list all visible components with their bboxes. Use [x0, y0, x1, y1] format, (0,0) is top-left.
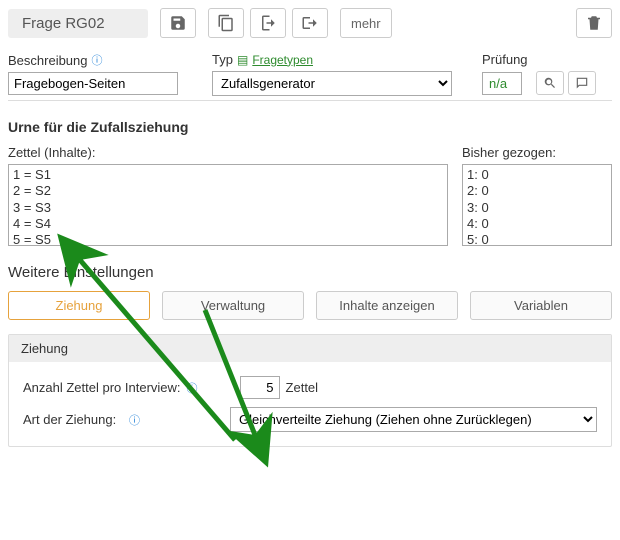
anzahl-input[interactable] [240, 376, 280, 399]
list-item[interactable]: 2: 0 [467, 183, 607, 199]
beschreibung-label: Beschreibung [8, 53, 88, 68]
page-title: Frage RG02 [8, 9, 148, 38]
zettel-list[interactable]: 1 = S12 = S23 = S34 = S45 = S5 [8, 164, 448, 246]
list-item[interactable]: 1 = S1 [13, 167, 443, 183]
typ-select[interactable]: Zufallsgenerator [212, 71, 452, 96]
list-item[interactable]: 2 = S2 [13, 183, 443, 199]
info-icon[interactable]: ⓘ [92, 52, 103, 68]
import-icon [259, 14, 277, 32]
trash-icon [585, 14, 603, 32]
zettel-label: Zettel (Inhalte): [8, 145, 448, 160]
list-item[interactable]: 4 = S4 [13, 216, 443, 232]
anzahl-suffix: Zettel [286, 380, 319, 395]
save-icon [169, 14, 187, 32]
save-button[interactable] [160, 8, 196, 38]
list-item[interactable]: 5: 0 [467, 232, 607, 246]
tab-variablen[interactable]: Variablen [470, 291, 612, 320]
export-icon [301, 14, 319, 32]
beschreibung-input[interactable] [8, 72, 178, 95]
list-item[interactable]: 4: 0 [467, 216, 607, 232]
list-item[interactable]: 3 = S3 [13, 200, 443, 216]
list-item[interactable]: 3: 0 [467, 200, 607, 216]
ziehung-panel: Ziehung Anzahl Zettel pro Interview: ⓘ Z… [8, 334, 612, 447]
tab-inhalte[interactable]: Inhalte anzeigen [316, 291, 458, 320]
gezogen-label: Bisher gezogen: [462, 145, 612, 160]
comment-button[interactable] [568, 71, 596, 95]
urne-title: Urne für die Zufallsziehung [8, 119, 612, 135]
anzahl-label: Anzahl Zettel pro Interview: [23, 380, 181, 395]
copy-icon [217, 14, 235, 32]
book-icon: ▤ [237, 53, 248, 67]
tab-ziehung[interactable]: Ziehung [8, 291, 150, 320]
info-icon[interactable]: ⓘ [129, 412, 140, 428]
list-item[interactable]: 5 = S5 [13, 232, 443, 246]
magnifier-icon [543, 76, 557, 90]
tab-verwaltung[interactable]: Verwaltung [162, 291, 304, 320]
info-icon[interactable]: ⓘ [187, 380, 198, 396]
gezogen-list[interactable]: 1: 02: 03: 04: 05: 0 [462, 164, 612, 246]
panel-title: Ziehung [9, 335, 611, 362]
copy-button[interactable] [208, 8, 244, 38]
typ-label: Typ [212, 52, 233, 67]
pruefung-label: Prüfung [482, 52, 528, 67]
pruefung-value: n/a [482, 72, 522, 95]
speech-bubble-icon [575, 76, 589, 90]
more-button[interactable]: mehr [340, 8, 392, 38]
list-item[interactable]: 1: 0 [467, 167, 607, 183]
import-button[interactable] [250, 8, 286, 38]
fragetypen-link[interactable]: Fragetypen [252, 53, 313, 67]
art-label: Art der Ziehung: [23, 412, 123, 427]
preview-button[interactable] [536, 71, 564, 95]
export-button[interactable] [292, 8, 328, 38]
settings-title: Weitere Einstellungen [8, 264, 612, 281]
delete-button[interactable] [576, 8, 612, 38]
art-select[interactable]: Gleichverteilte Ziehung (Ziehen ohne Zur… [230, 407, 597, 432]
